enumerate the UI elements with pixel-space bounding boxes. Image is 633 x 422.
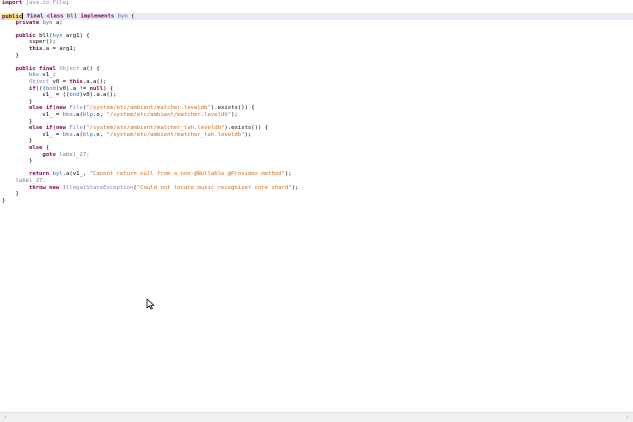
code-line: } [15,52,19,59]
scroll-right-arrow-icon[interactable]: › [623,413,632,422]
code-line: else if(new File("/system/etc/ambient/ma… [28,125,269,132]
code-line: private byn a; [15,19,63,26]
code-line: v1_ = bkx.a(blp.o, "/system/etc/ambient/… [42,112,238,118]
code-line: super(); [28,39,56,46]
code-line: import java.io.File; [2,0,70,6]
code-line: public bll(byn arg1) { [15,32,90,39]
code-line: } [28,138,33,145]
code-line: goto label_27; [42,151,90,158]
code-line: else if(new File("/system/etc/ambient/ma… [28,105,255,112]
code-line: } [28,158,33,165]
code-line: throw new IllegalStateException("Could n… [28,184,299,191]
mouse-pointer-icon [146,298,155,310]
code-line: label_27: [15,178,46,184]
code-line: v1_ = ((bod)v0).a.a(); [42,92,117,99]
code-line: bkx v1_; [28,72,56,79]
code-line: v1_ = bkx.a(blp.o, "/system/etc/ambient/… [42,131,252,138]
code-line: else { [28,145,50,151]
horizontal-scrollbar[interactable]: ‹ › [0,412,633,422]
code-line: } [2,197,6,204]
text-caret [22,13,24,19]
code-editor[interactable]: import java.io.File; public final class … [0,0,633,412]
scroll-left-arrow-icon[interactable]: ‹ [1,413,10,422]
code-line: public final Object a() { [15,65,100,72]
code-line: this.a = arg1; [28,46,77,52]
code-line: } [28,118,33,125]
code-line: Object v0 = this.a.a(); [28,79,107,85]
code-line-current: public final class bll implements byn { [0,13,633,20]
code-line: } [28,98,33,105]
code-line: return byl.a(v1_, "Cannot return null fr… [28,171,292,178]
code-line: } [15,191,19,198]
code-line: if(((bod)v0).a != null) { [28,85,114,92]
